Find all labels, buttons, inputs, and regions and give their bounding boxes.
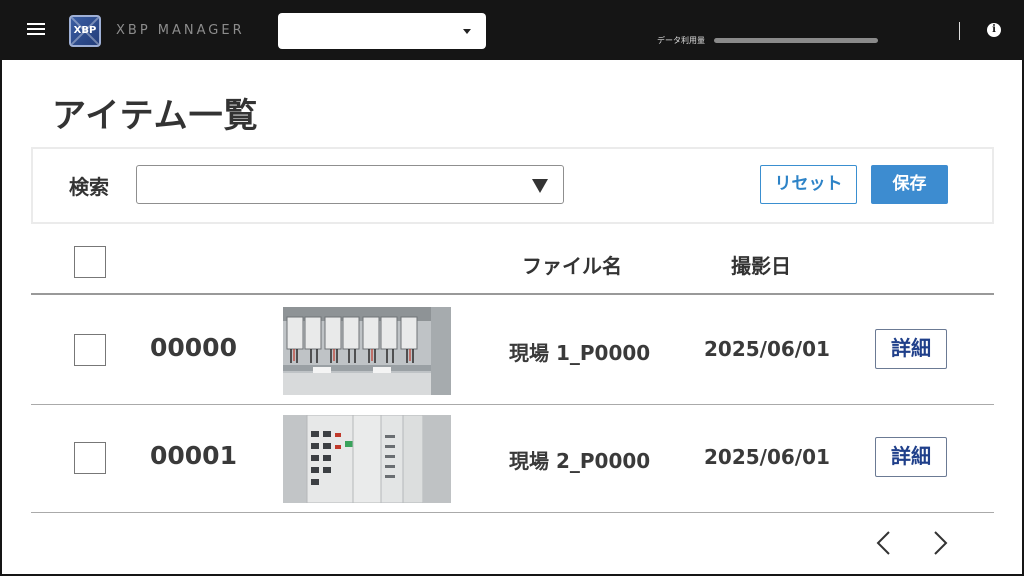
app-logo: XBP [69, 15, 101, 47]
usage-bar [714, 38, 878, 43]
detail-button[interactable]: 詳細 [875, 329, 947, 369]
search-label: 検索 [69, 175, 109, 199]
search-panel: 検索 リセット 保存 [31, 147, 994, 224]
table-header: ファイル名 撮影日 [31, 236, 994, 295]
reset-button[interactable]: リセット [760, 165, 857, 204]
item-id: 00001 [150, 441, 237, 470]
usage-label: データ利用量 [657, 36, 705, 45]
save-button[interactable]: 保存 [871, 165, 948, 204]
menu-icon[interactable] [27, 23, 45, 37]
header-selector[interactable] [278, 13, 486, 49]
item-id: 00000 [150, 333, 237, 362]
shot-date: 2025/06/01 [704, 445, 830, 469]
triangle-down-icon [532, 179, 548, 193]
main-panel: アイテム一覧 検索 リセット 保存 ファイル名 撮影日 00000 現場 1_P… [2, 60, 1022, 574]
caret-down-icon [463, 29, 471, 34]
thumbnail-image [283, 307, 451, 395]
search-select[interactable] [136, 165, 564, 204]
top-bar: XBP XBP MANAGER データ利用量 i [0, 0, 1024, 60]
shot-date: 2025/06/01 [704, 337, 830, 361]
table-row: 00000 現場 1_P0000 2025/06/01 詳細 [31, 297, 994, 405]
file-name: 現場 1_P0000 [509, 341, 651, 365]
logo-text: XBP [73, 25, 97, 36]
row-checkbox[interactable] [74, 334, 106, 366]
page-title: アイテム一覧 [52, 96, 259, 136]
divider [959, 22, 960, 40]
app-name: XBP MANAGER [116, 23, 245, 38]
column-header-file-name: ファイル名 [522, 254, 622, 278]
detail-button[interactable]: 詳細 [875, 437, 947, 477]
row-checkbox[interactable] [74, 442, 106, 474]
column-header-shot-date: 撮影日 [731, 254, 791, 278]
chevron-left-icon[interactable] [874, 530, 894, 556]
info-icon[interactable]: i [987, 23, 1001, 37]
table-row: 00001 現場 2_P0000 2025/06/01 詳細 [31, 405, 994, 513]
thumbnail-image [283, 415, 451, 503]
chevron-right-icon[interactable] [930, 530, 950, 556]
select-all-checkbox[interactable] [74, 246, 106, 278]
file-name: 現場 2_P0000 [509, 449, 651, 473]
